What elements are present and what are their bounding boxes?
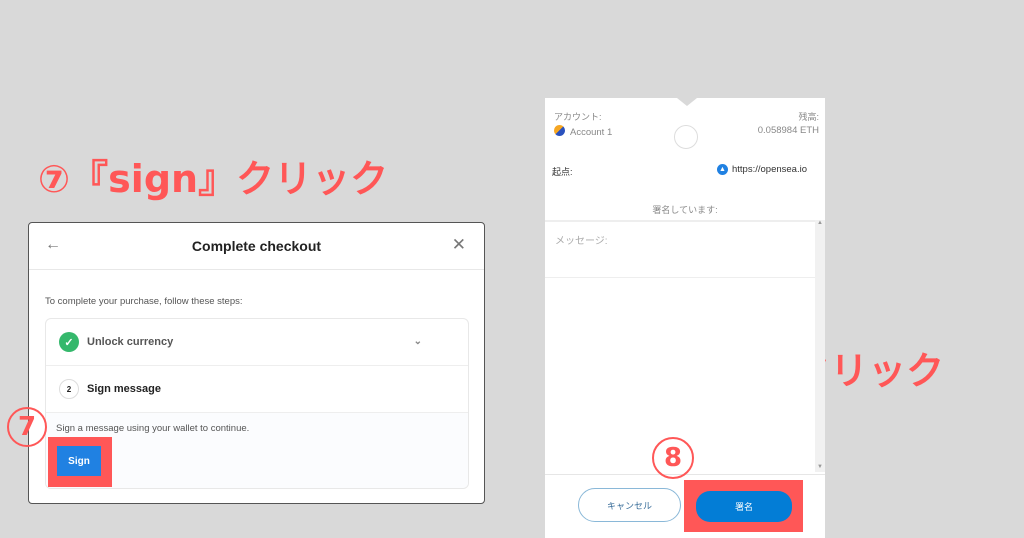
step-sign-message: 2 Sign message <box>46 366 468 413</box>
chevron-down-icon[interactable]: ⌄ <box>414 336 422 347</box>
account-label: アカウント: <box>554 112 602 122</box>
origin-label: 起点: <box>552 167 573 177</box>
account-avatar-icon <box>554 125 565 136</box>
step8-marker: 8 <box>652 437 694 479</box>
account-name: Account 1 <box>570 127 613 138</box>
connection-circle-icon <box>674 125 698 149</box>
sign-button[interactable]: Sign <box>57 446 101 476</box>
cancel-button[interactable]: キャンセル <box>578 488 681 522</box>
balance-label: 残高: <box>798 112 819 122</box>
balance-value: 0.058984 ETH <box>757 125 819 136</box>
step-label: Sign message <box>87 383 161 395</box>
opensea-icon: ▲ <box>717 164 728 175</box>
modal-title: Complete checkout <box>191 238 322 254</box>
step-number: 2 <box>59 379 79 399</box>
intro-text: To complete your purchase, follow these … <box>45 296 243 307</box>
back-arrow-icon[interactable]: ← <box>45 236 61 254</box>
signing-label: 署名しています: <box>652 205 718 215</box>
scrollbar[interactable]: ▲ ▼ <box>815 220 825 472</box>
check-icon: ✓ <box>59 332 79 352</box>
modal-header: ← Complete checkout ✕ <box>29 223 484 270</box>
sign-description: Sign a message using your wallet to cont… <box>56 423 250 434</box>
wallet-footer: キャンセル 署名 <box>545 474 825 538</box>
message-box: メッセージ: <box>545 220 815 278</box>
step-unlock-currency[interactable]: ✓ Unlock currency ⌄ <box>46 319 468 366</box>
sign-confirm-button[interactable]: 署名 <box>696 491 792 522</box>
origin-url: https://opensea.io <box>732 164 807 175</box>
message-label: メッセージ: <box>555 236 608 247</box>
notch <box>677 98 697 106</box>
close-icon[interactable]: ✕ <box>452 235 466 255</box>
step-label: Unlock currency <box>87 336 174 348</box>
step7-annotation: ⑦『sign』クリック <box>38 157 389 201</box>
step7-marker: 7 <box>7 407 47 447</box>
